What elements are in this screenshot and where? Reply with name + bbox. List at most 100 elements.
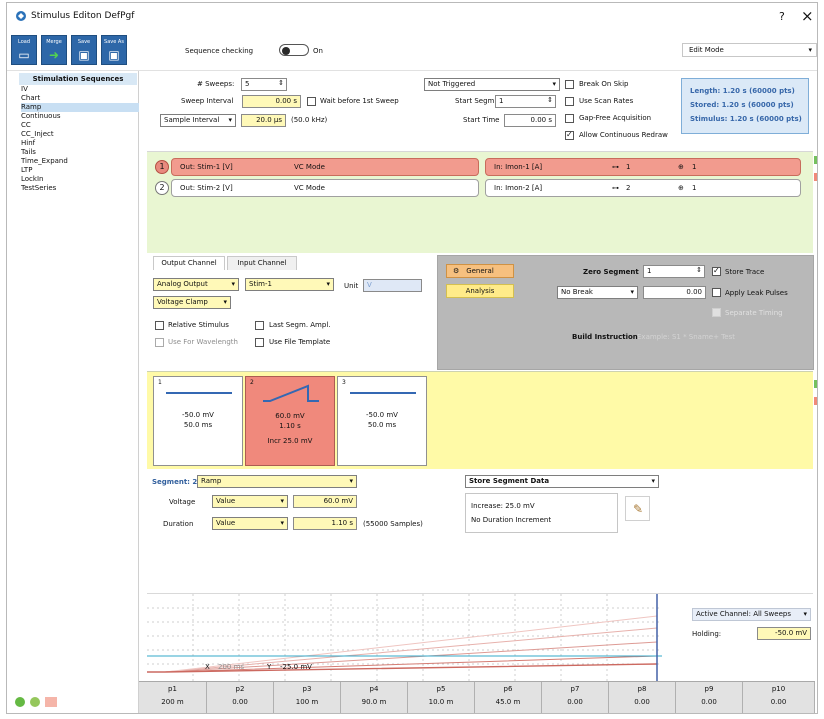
green-add-icon[interactable]: [15, 697, 25, 707]
merge-button[interactable]: Merge ➜: [41, 35, 67, 65]
store-segment-data-select[interactable]: Store Segment Data ▾: [465, 475, 659, 488]
separate-timing-checkbox[interactable]: [712, 308, 721, 317]
build-instruction-label: Build Instruction: [572, 333, 638, 341]
sample-interval-select[interactable]: Sample Interval ▾: [160, 114, 236, 127]
sidebar-item-ltp[interactable]: LTP: [21, 166, 139, 175]
load-button[interactable]: Load ▭: [11, 35, 37, 65]
remove-icon[interactable]: [45, 697, 58, 707]
parameter-p8[interactable]: p8 0.00: [609, 682, 676, 713]
channel-2-output[interactable]: Out: Stim-2 [V] VC Mode: [171, 179, 479, 197]
voltage-mode-select[interactable]: Value ▾: [212, 495, 288, 508]
title-bar: Stimulus Editon DefPgf ? ×: [7, 3, 817, 31]
edit-mode-select[interactable]: Edit Mode ▾: [682, 43, 817, 57]
segment-type-select[interactable]: Ramp ▾: [197, 475, 357, 488]
chevron-down-icon: ▾: [326, 280, 330, 288]
sample-rate: (50.0 kHz): [291, 116, 328, 124]
parameter-name: p9: [704, 685, 714, 693]
link-icon: ⊶: [612, 184, 619, 192]
clamp-mode-select[interactable]: Voltage Clamp ▾: [153, 296, 231, 309]
channel-1-input[interactable]: In: Imon-1 [A] ⊶ 1 ⊕ 1: [485, 158, 801, 176]
parameter-p6[interactable]: p6 45.0 m: [475, 682, 542, 713]
parameter-p4[interactable]: p4 90.0 m: [341, 682, 408, 713]
general-button[interactable]: ⚙ General: [446, 264, 514, 278]
analog-output-select[interactable]: Analog Output ▾: [153, 278, 239, 291]
save-as-button[interactable]: Save As ▣: [101, 35, 127, 65]
channel-1-number[interactable]: 1: [155, 160, 169, 174]
parameter-p10[interactable]: p10 0.00: [743, 682, 815, 713]
help-icon[interactable]: ?: [779, 10, 785, 23]
parameter-p2[interactable]: p2 0.00: [207, 682, 274, 713]
sidebar-item-lockin[interactable]: LockIn: [21, 175, 139, 184]
segment-card[interactable]: 3 -50.0 mV 50.0 ms: [337, 376, 427, 466]
start-segm-value: 1: [499, 97, 504, 105]
sidebar-item-hinf[interactable]: Hinf: [21, 139, 139, 148]
active-channel-select[interactable]: Active Channel: All Sweeps ▾: [692, 608, 811, 621]
use-file-template-checkbox[interactable]: [255, 338, 264, 347]
gap-free-checkbox[interactable]: [565, 114, 574, 123]
sidebar-item-continuous[interactable]: Continuous: [21, 112, 139, 121]
sweeps-input[interactable]: 5 ⇕: [241, 78, 287, 91]
voltage-input[interactable]: 60.0 mV: [293, 495, 357, 508]
stim-channel-select[interactable]: Stim-1 ▾: [245, 278, 334, 291]
duration-input[interactable]: 1.10 s: [293, 517, 357, 530]
parameter-p1[interactable]: p1 200 m: [139, 682, 207, 713]
unit-input[interactable]: V: [363, 279, 422, 292]
sidebar-item-cc[interactable]: CC: [21, 121, 139, 130]
channel-2-input[interactable]: In: Imon-2 [A] ⊶ 2 ⊕ 1: [485, 179, 801, 197]
segment-card[interactable]: 2 60.0 mV 1.10 s Incr 25.0 mV: [245, 376, 335, 466]
parameter-p9[interactable]: p9 0.00: [676, 682, 743, 713]
break-on-skip-checkbox[interactable]: [565, 80, 574, 89]
parameter-p3[interactable]: p3 100 m: [274, 682, 341, 713]
remove-channel-icon[interactable]: [814, 173, 817, 181]
close-icon[interactable]: ×: [801, 7, 814, 25]
trigger-mode-select[interactable]: Not Triggered ▾: [424, 78, 560, 91]
add-channel-icon[interactable]: [814, 156, 817, 164]
save-button[interactable]: Save ▣: [71, 35, 97, 65]
allow-redraw-checkbox[interactable]: [565, 131, 574, 140]
add-segment-icon[interactable]: [814, 380, 817, 388]
input-channel-tab-label: Input Channel: [237, 259, 287, 267]
start-time-input[interactable]: 0.00 s: [504, 114, 556, 127]
sidebar-item-tails[interactable]: Tails: [21, 148, 139, 157]
green-copy-icon[interactable]: [29, 697, 40, 707]
duration-mode-select[interactable]: Value ▾: [212, 517, 288, 530]
sidebar-item-iv[interactable]: IV: [21, 85, 139, 94]
input-channel-tab[interactable]: Input Channel: [227, 256, 297, 270]
parameter-p7[interactable]: p7 0.00: [542, 682, 609, 713]
parameter-value: 45.0 m: [495, 698, 521, 706]
segment-card[interactable]: 1 -50.0 mV 50.0 ms: [153, 376, 243, 466]
leak-value-input[interactable]: 0.00: [643, 286, 706, 299]
sweep-interval-input[interactable]: 0.00 s: [242, 95, 301, 108]
remove-segment-icon[interactable]: [814, 397, 817, 405]
holding-input[interactable]: -50.0 mV: [757, 627, 811, 640]
increase-text: Increase: 25.0 mV: [471, 502, 535, 510]
no-break-select[interactable]: No Break ▾: [557, 286, 638, 299]
sidebar-item-cc-inject[interactable]: CC_Inject: [21, 130, 139, 139]
relative-stimulus-checkbox[interactable]: [155, 321, 164, 330]
parameter-p5[interactable]: p5 10.0 m: [408, 682, 475, 713]
output-channel-tab[interactable]: Output Channel: [153, 256, 225, 270]
store-trace-checkbox[interactable]: [712, 267, 721, 276]
edit-segment-button[interactable]: ✎: [625, 496, 650, 521]
sidebar-item-testseries[interactable]: TestSeries: [21, 184, 139, 193]
channel-1-output[interactable]: Out: Stim-1 [V] VC Mode: [171, 158, 479, 176]
segment-number: 3: [342, 379, 346, 386]
chevron-down-icon: ▾: [231, 280, 235, 288]
analysis-button[interactable]: Analysis: [446, 284, 514, 298]
sidebar-item-ramp[interactable]: Ramp: [21, 103, 139, 112]
channel-2-number[interactable]: 2: [155, 181, 169, 195]
use-scan-rates-checkbox[interactable]: [565, 97, 574, 106]
apply-leak-pulses-checkbox[interactable]: [712, 288, 721, 297]
wait-before-checkbox[interactable]: [307, 97, 316, 106]
save-label: Save: [77, 39, 91, 45]
use-for-wavelength-checkbox[interactable]: [155, 338, 164, 347]
save-as-label: Save As: [104, 39, 124, 45]
zero-segment-input[interactable]: 1 ⇕: [643, 265, 705, 278]
build-instruction-placeholder[interactable]: Example: S1 * Sname+ Test: [637, 333, 735, 341]
sidebar-item-chart[interactable]: Chart: [21, 94, 139, 103]
sidebar-item-time-expand[interactable]: Time_Expand: [21, 157, 139, 166]
last-segm-ampl-checkbox[interactable]: [255, 321, 264, 330]
start-segm-input[interactable]: 1 ⇕: [495, 95, 556, 108]
sequence-checking-toggle[interactable]: [279, 44, 309, 56]
sample-interval-input[interactable]: 20.0 µs: [241, 114, 286, 127]
